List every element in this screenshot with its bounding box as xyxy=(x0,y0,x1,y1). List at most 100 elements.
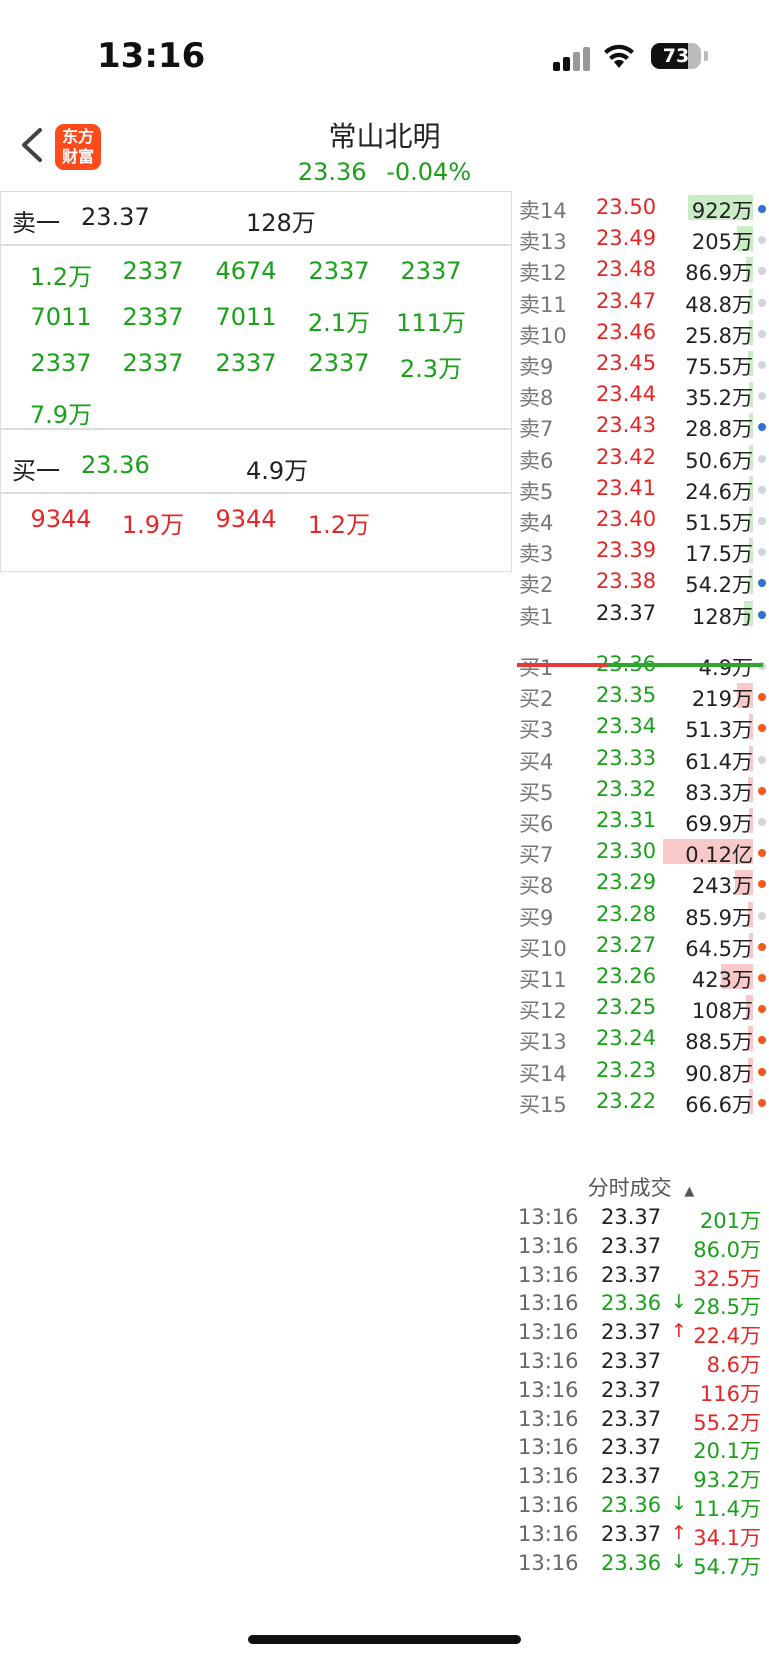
ask-price: 23.50 xyxy=(595,195,657,219)
bid-row[interactable]: 买5 23.32 83.3万 xyxy=(513,773,769,806)
tick-volume: 20.1万 xyxy=(693,1439,761,1464)
ask-volume: 75.5万 xyxy=(685,355,753,379)
bid-row[interactable]: 买7 23.30 0.12亿 xyxy=(513,835,769,868)
tick-volume: 11.4万 xyxy=(693,1497,761,1521)
ticks-toggle[interactable]: 分时成交 ▲ xyxy=(513,1172,769,1202)
bid-row[interactable]: 买8 23.29 243万 xyxy=(513,866,769,899)
tick-price: 23.37 xyxy=(601,1262,662,1287)
bid-row[interactable]: 买14 23.23 90.8万 xyxy=(513,1054,769,1087)
tick-arrow-icon: ↓ xyxy=(671,1493,687,1515)
sell-queue-item: 2337 xyxy=(122,257,184,285)
ask-row[interactable]: 卖2 23.38 54.2万 xyxy=(513,565,769,598)
bid-dot-icon xyxy=(758,1005,766,1014)
tick-row: 13:16 23.37 8.6万 xyxy=(513,1349,769,1379)
ask-row[interactable]: 卖6 23.42 50.6万 xyxy=(513,441,769,474)
ask-dot-icon xyxy=(758,329,766,338)
bid-price: 23.34 xyxy=(595,714,657,739)
bid-volume: 61.4万 xyxy=(685,749,753,774)
ask-volume: 205万 xyxy=(691,230,753,255)
tick-volume: 8.6万 xyxy=(706,1353,761,1377)
ask-level-label: 卖14 xyxy=(519,199,567,223)
tick-row: 13:16 23.37 86.0万 xyxy=(513,1234,769,1264)
tick-price: 23.37 xyxy=(601,1320,662,1345)
ask-row[interactable]: 卖13 23.49 205万 xyxy=(513,222,769,255)
ask-level-label: 卖2 xyxy=(519,573,554,598)
bid-row[interactable]: 买9 23.28 85.9万 xyxy=(513,898,769,931)
page-title: 常山北明 xyxy=(328,120,441,153)
ask-price: 23.43 xyxy=(595,413,657,438)
ask-price: 23.41 xyxy=(595,475,657,500)
ask-row[interactable]: 卖7 23.43 28.8万 xyxy=(513,409,769,442)
header: 东方 财富 常山北明 23.36 -0.04% xyxy=(0,110,769,190)
bid-row[interactable]: 买10 23.27 64.5万 xyxy=(513,929,769,962)
buy-one-price: 23.36 xyxy=(81,451,150,479)
ask-dot-icon xyxy=(758,517,766,525)
bid-price: 23.27 xyxy=(595,932,657,957)
ask-level-label: 卖12 xyxy=(519,261,567,286)
ask-row[interactable]: 卖14 23.50 922万 xyxy=(513,191,769,224)
tick-time: 13:16 xyxy=(518,1262,579,1287)
bid-price: 23.28 xyxy=(595,901,657,926)
bid-row[interactable]: 买13 23.24 88.5万 xyxy=(513,1022,769,1055)
ask-dot-icon xyxy=(758,423,766,432)
ask-dot-icon xyxy=(758,298,766,307)
ask-volume: 54.2万 xyxy=(685,573,753,598)
bid-row[interactable]: 买3 23.34 51.3万 xyxy=(513,710,769,743)
sell-one-price: 23.37 xyxy=(81,203,150,231)
tick-time: 13:16 xyxy=(518,1233,579,1258)
bid-level-label: 买7 xyxy=(519,843,554,868)
ask-volume: 48.8万 xyxy=(685,292,753,317)
bid-dot-icon xyxy=(758,849,766,858)
bid-row[interactable]: 买15 23.22 66.6万 xyxy=(513,1085,769,1118)
ask-row[interactable]: 卖8 23.44 35.2万 xyxy=(513,378,769,411)
bid-row[interactable]: 买12 23.25 108万 xyxy=(513,991,769,1024)
bid-level-label: 买2 xyxy=(519,687,554,712)
bid-price: 23.33 xyxy=(595,745,657,770)
ask-price: 23.49 xyxy=(595,226,657,251)
bid-row[interactable]: 买11 23.26 423万 xyxy=(513,960,769,993)
bid-row[interactable]: 买2 23.35 219万 xyxy=(513,679,769,712)
tick-volume: 54.7万 xyxy=(693,1554,761,1579)
tick-arrow-icon: ↑ xyxy=(671,1521,687,1544)
bid-row[interactable]: 买4 23.33 61.4万 xyxy=(513,742,769,775)
bid-price: 23.25 xyxy=(595,995,657,1020)
ask-row[interactable]: 卖1 23.37 128万 xyxy=(513,597,769,630)
tick-price: 23.37 xyxy=(601,1377,662,1402)
sell-one-label: 卖一 xyxy=(12,209,60,237)
tick-row: 13:16 23.37 201万 xyxy=(513,1205,769,1235)
wifi-icon xyxy=(604,44,634,68)
ask-volume: 28.8万 xyxy=(685,417,753,442)
bid-level-label: 买13 xyxy=(519,1030,567,1055)
ask-row[interactable]: 卖10 23.46 25.8万 xyxy=(513,316,769,349)
bid-level-label: 买15 xyxy=(519,1092,567,1117)
ask-row[interactable]: 卖12 23.48 86.9万 xyxy=(513,253,769,286)
tick-row: 13:16 23.37 55.2万 xyxy=(513,1407,769,1437)
tick-time: 13:16 xyxy=(518,1377,579,1402)
ask-row[interactable]: 卖11 23.47 48.8万 xyxy=(513,285,769,318)
ask-row[interactable]: 卖9 23.45 75.5万 xyxy=(513,347,769,380)
ask-dot-icon xyxy=(758,205,766,213)
bid-price: 23.29 xyxy=(595,870,657,895)
home-indicator[interactable] xyxy=(248,1635,521,1644)
ratio-bar-green xyxy=(608,663,763,667)
tick-time: 13:16 xyxy=(518,1291,579,1316)
bid-dot-icon xyxy=(758,880,766,889)
bid-ask-ratio-bar xyxy=(517,663,763,667)
tick-time: 13:16 xyxy=(518,1493,579,1517)
ask-volume: 35.2万 xyxy=(685,386,753,411)
ask-dot-icon xyxy=(758,610,766,619)
tick-row: 13:16 23.37 93.2万 xyxy=(513,1464,769,1494)
ask-level-label: 卖10 xyxy=(519,323,567,348)
ask-row[interactable]: 卖5 23.41 24.6万 xyxy=(513,472,769,505)
divider xyxy=(1,428,511,430)
ask-volume: 922万 xyxy=(691,199,753,223)
tick-volume: 116万 xyxy=(699,1381,761,1406)
bid-row[interactable]: 买6 23.31 69.9万 xyxy=(513,804,769,837)
ask-row[interactable]: 卖3 23.39 17.5万 xyxy=(513,534,769,567)
ask-row[interactable]: 卖4 23.40 51.5万 xyxy=(513,503,769,536)
sell-queue-item: 2.1万 xyxy=(307,309,371,337)
bid-volume: 66.6万 xyxy=(685,1092,753,1117)
tick-volume: 86.0万 xyxy=(693,1237,761,1262)
tick-price: 23.37 xyxy=(601,1464,662,1489)
ask-price: 23.47 xyxy=(595,288,657,313)
